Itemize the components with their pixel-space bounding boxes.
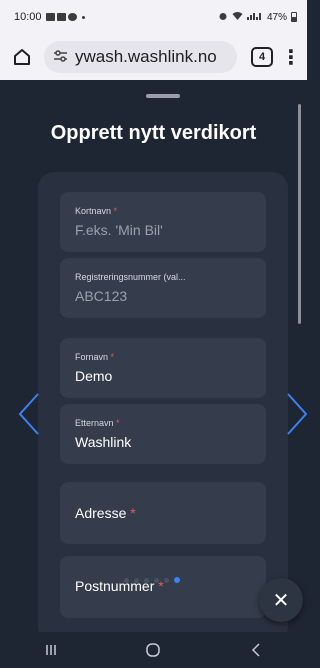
registration-number-field[interactable]: Registreringsnummer (val... ABC123 bbox=[60, 258, 266, 318]
field-label: Kortnavn bbox=[75, 206, 112, 216]
back-icon[interactable] bbox=[236, 635, 276, 665]
recent-apps-icon[interactable] bbox=[31, 635, 71, 665]
signal-icon bbox=[246, 11, 263, 23]
card-name-field[interactable]: Kortnavn * F.eks. 'Min Bil' bbox=[60, 192, 266, 252]
required-mark: * bbox=[113, 206, 118, 216]
address-bar[interactable]: ywash.washlink.no bbox=[44, 41, 237, 73]
last-name-field[interactable]: Etternavn * Washlink bbox=[60, 404, 266, 464]
chevron-right-icon[interactable] bbox=[286, 392, 307, 436]
wifi-icon bbox=[232, 11, 243, 23]
sheet-title: Opprett nytt verdikort bbox=[50, 122, 257, 144]
home-icon[interactable] bbox=[8, 43, 36, 71]
page-dot[interactable] bbox=[134, 577, 139, 583]
first-name-value: Demo bbox=[75, 368, 113, 384]
required-mark: * bbox=[130, 505, 136, 521]
chevron-left-icon[interactable] bbox=[18, 392, 40, 436]
system-navigation-bar bbox=[0, 632, 307, 668]
more-notifications-icon bbox=[81, 15, 85, 19]
page-dot[interactable] bbox=[144, 577, 149, 583]
alarm-icon bbox=[218, 11, 228, 24]
close-icon: ✕ bbox=[272, 589, 290, 612]
field-label: Fornavn bbox=[75, 352, 109, 362]
browser-toolbar: ywash.washlink.no 4 ⋮ bbox=[0, 34, 307, 80]
tab-count: 4 bbox=[258, 51, 266, 63]
bottom-sheet: Opprett nytt verdikort Kortnavn * F.eks.… bbox=[0, 80, 307, 632]
status-bar: 10:00 47% bbox=[0, 0, 307, 34]
home-circle-icon[interactable] bbox=[133, 635, 173, 665]
close-button[interactable]: ✕ bbox=[259, 578, 303, 622]
more-menu-icon[interactable]: ⋮ bbox=[281, 43, 301, 71]
pagination-dots bbox=[124, 577, 180, 583]
site-settings-icon[interactable] bbox=[54, 49, 67, 65]
app-notification-icon bbox=[56, 13, 66, 21]
battery-icon bbox=[291, 12, 297, 22]
page-dot[interactable] bbox=[164, 577, 169, 583]
form-card: Kortnavn * F.eks. 'Min Bil' Registrering… bbox=[38, 172, 288, 632]
tab-switcher-icon[interactable]: 4 bbox=[251, 47, 273, 67]
required-mark: * bbox=[110, 352, 115, 362]
field-label: Adresse bbox=[75, 505, 127, 521]
notification-icons bbox=[45, 13, 85, 21]
instagram-notification-icon bbox=[67, 13, 77, 21]
last-name-value: Washlink bbox=[75, 434, 132, 450]
registration-number-placeholder: ABC123 bbox=[75, 288, 128, 304]
status-time: 10:00 bbox=[14, 11, 42, 23]
required-mark: * bbox=[116, 418, 120, 428]
first-name-field[interactable]: Fornavn * Demo bbox=[60, 338, 266, 398]
gallery-notification-icon bbox=[45, 13, 55, 21]
field-label: Etternavn bbox=[75, 418, 114, 428]
field-label: Registreringsnummer (val... bbox=[75, 272, 186, 282]
postal-code-field[interactable]: Postnummer * bbox=[60, 556, 266, 618]
address-field[interactable]: Adresse * bbox=[60, 482, 266, 544]
page-dot[interactable] bbox=[154, 577, 159, 583]
page-dot-active[interactable] bbox=[174, 577, 180, 583]
page-dot[interactable] bbox=[124, 577, 129, 583]
battery-percent: 47% bbox=[266, 11, 287, 23]
card-name-placeholder: F.eks. 'Min Bil' bbox=[75, 222, 163, 238]
scrollbar[interactable] bbox=[298, 104, 301, 324]
url-text[interactable]: ywash.washlink.no bbox=[75, 47, 217, 67]
sheet-drag-handle[interactable] bbox=[146, 94, 180, 98]
